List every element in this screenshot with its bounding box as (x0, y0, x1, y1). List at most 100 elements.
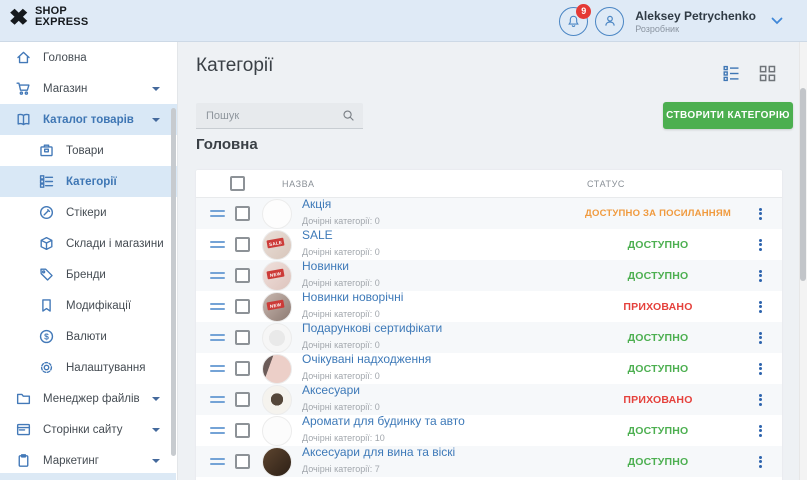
kebab-menu-icon[interactable] (738, 363, 782, 375)
category-name-link[interactable]: SALE (302, 229, 578, 242)
sidebar: ГоловнаМагазинКаталог товарів Товари Катег… (0, 42, 178, 480)
notifications-button[interactable]: 9 (559, 7, 588, 36)
status-badge: ДОСТУПНО (578, 270, 738, 282)
status-badge: ДОСТУПНО (578, 363, 738, 375)
row-checkbox[interactable] (235, 237, 250, 252)
page-scrollbar-thumb[interactable] (800, 88, 806, 281)
category-children-count: Дочірні категорії: 0 (302, 278, 380, 288)
brand-logo: SHOP EXPRESS (8, 6, 88, 28)
category-name-link[interactable]: Подарункові сертифікати (302, 322, 578, 335)
sidebar-item-products[interactable]: Товари (0, 135, 177, 166)
kebab-menu-icon[interactable] (738, 332, 782, 344)
drag-handle-icon[interactable] (210, 365, 225, 372)
list-view-icon[interactable] (723, 65, 740, 82)
row-checkbox[interactable] (235, 330, 250, 345)
kebab-menu-icon[interactable] (738, 301, 782, 313)
chevron-down-icon (152, 459, 160, 463)
gear-icon (37, 359, 55, 377)
status-badge: ДОСТУПНО ЗА ПОСИЛАННЯМ (578, 208, 738, 219)
row-checkbox[interactable] (235, 361, 250, 376)
row-checkbox[interactable] (235, 206, 250, 221)
sidebar-scrollbar[interactable] (171, 108, 176, 456)
category-name-link[interactable]: Новинки новорічні (302, 291, 578, 304)
category-name-link[interactable]: Аромати для будинку та авто (302, 415, 578, 428)
category-name-link[interactable]: Аксесуари для вина та віскі (302, 446, 578, 459)
sidebar-item-home[interactable]: Головна (0, 42, 177, 73)
categories-table-card: НАЗВА СТАТУС АкціяДочірні категорії: 0ДО… (196, 170, 782, 480)
category-name-cell: АкціяДочірні категорії: 0 (302, 198, 578, 229)
sidebar-item-label: Товари (66, 145, 104, 157)
chevron-down-icon (152, 87, 160, 91)
sidebar-item-partial (0, 473, 176, 480)
sidebar-item-label: Менеджер файлів (43, 393, 140, 405)
category-children-count: Дочірні категорії: 0 (302, 247, 380, 257)
warehouse-icon (37, 235, 55, 253)
drag-handle-icon[interactable] (210, 272, 225, 279)
create-category-button[interactable]: СТВОРИТИ КАТЕГОРІЮ (663, 102, 793, 129)
sidebar-item-currencies[interactable]: $Валюти (0, 321, 177, 352)
search-icon[interactable] (341, 108, 356, 123)
table-row: Аксесуари для вина та віскіДочірні катег… (196, 446, 782, 477)
drag-handle-icon[interactable] (210, 334, 225, 341)
select-all-checkbox[interactable] (230, 176, 245, 191)
table-row: SALESALEДочірні категорії: 0ДОСТУПНО (196, 229, 782, 260)
category-name-cell: Аромати для будинку та автоДочірні катег… (302, 415, 578, 446)
category-name-link[interactable]: Новинки (302, 260, 578, 273)
kebab-menu-icon[interactable] (738, 394, 782, 406)
chevron-down-icon (152, 118, 160, 122)
sidebar-item-marketing[interactable]: Маркетинг (0, 445, 177, 476)
status-badge: ДОСТУПНО (578, 332, 738, 344)
drag-handle-icon[interactable] (210, 427, 225, 434)
section-title: Головна (196, 136, 258, 153)
drag-handle-icon[interactable] (210, 241, 225, 248)
sidebar-item-modifications[interactable]: Модифікації (0, 290, 177, 321)
sidebar-item-label: Бренди (66, 269, 106, 281)
sidebar-item-file-manager[interactable]: Менеджер файлів (0, 383, 177, 414)
person-icon (602, 13, 618, 29)
category-name-cell: АксесуариДочірні категорії: 0 (302, 384, 578, 415)
sidebar-item-label: Налаштування (66, 362, 145, 374)
grid-view-icon[interactable] (759, 65, 776, 82)
table-row: АксесуариДочірні категорії: 0ПРИХОВАНО (196, 384, 782, 415)
sidebar-item-warehouses[interactable]: Склади і магазини (0, 228, 177, 259)
sidebar-item-categories[interactable]: Категорії (0, 166, 177, 197)
category-name-link[interactable]: Акція (302, 198, 578, 211)
topbar: SHOP EXPRESS 9 Aleksey Petrychenko Розро… (0, 0, 807, 42)
bookmark-icon (37, 297, 55, 315)
search-input[interactable] (196, 103, 363, 128)
drag-handle-icon[interactable] (210, 458, 225, 465)
row-checkbox[interactable] (235, 392, 250, 407)
status-badge: ДОСТУПНО (578, 456, 738, 468)
row-checkbox[interactable] (235, 299, 250, 314)
kebab-menu-icon[interactable] (738, 208, 782, 220)
drag-handle-icon[interactable] (210, 396, 225, 403)
user-menu-chevron-icon[interactable] (771, 17, 783, 25)
category-name-link[interactable]: Очікувані надходження (302, 353, 578, 366)
folder-icon (14, 390, 32, 408)
kebab-menu-icon[interactable] (738, 239, 782, 251)
sidebar-item-brands[interactable]: Бренди (0, 259, 177, 290)
kebab-menu-icon[interactable] (738, 425, 782, 437)
sidebar-item-shop[interactable]: Магазин (0, 73, 177, 104)
sidebar-item-catalog[interactable]: Каталог товарів (0, 104, 177, 135)
category-thumbnail (262, 447, 292, 477)
row-checkbox[interactable] (235, 454, 250, 469)
category-name-link[interactable]: Аксесуари (302, 384, 578, 397)
cart-icon (14, 80, 32, 98)
table-row: АкціяДочірні категорії: 0ДОСТУПНО ЗА ПОС… (196, 198, 782, 229)
drag-handle-icon[interactable] (210, 210, 225, 217)
kebab-menu-icon[interactable] (738, 270, 782, 282)
sidebar-item-stickers[interactable]: Стікери (0, 197, 177, 228)
row-checkbox[interactable] (235, 423, 250, 438)
main-content: Категорії СТВОРИТИ КАТЕГОРІЮ Головна (178, 42, 807, 480)
row-checkbox[interactable] (235, 268, 250, 283)
sidebar-item-site-pages[interactable]: Сторінки сайту (0, 414, 177, 445)
category-name-cell: Аксесуари для вина та віскіДочірні катег… (302, 446, 578, 477)
user-area: 9 Aleksey Petrychenko Розробник (559, 0, 783, 42)
sidebar-item-settings[interactable]: Налаштування (0, 352, 177, 383)
drag-handle-icon[interactable] (210, 303, 225, 310)
table-header: НАЗВА СТАТУС (196, 170, 782, 198)
page-scrollbar-track[interactable] (799, 42, 807, 480)
profile-avatar-button[interactable] (595, 7, 624, 36)
kebab-menu-icon[interactable] (738, 456, 782, 468)
